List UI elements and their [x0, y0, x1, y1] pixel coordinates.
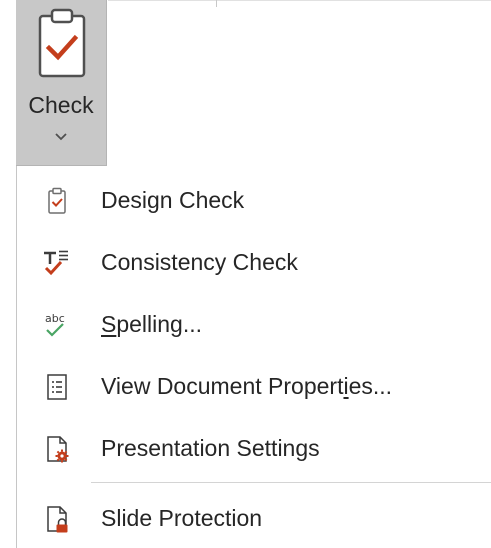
- access-key-S: S: [101, 311, 117, 337]
- check-button-label: Check: [28, 92, 94, 118]
- menu-item-label: Presentation Settings: [101, 435, 320, 461]
- menu-item-slide-protection[interactable]: Slide Protection: [17, 494, 491, 544]
- document-lock-icon: [47, 506, 68, 533]
- menu-item-label: Design Check: [101, 187, 245, 213]
- menu-item-label-end: es...: [348, 373, 393, 399]
- document-properties-icon: [47, 374, 67, 400]
- document-gear-icon: [47, 436, 69, 463]
- menu-item-presentation-settings[interactable]: Presentation Settings: [17, 424, 491, 474]
- menu-item-label-rest: pelling...: [116, 311, 203, 337]
- ribbon-top-border: [108, 0, 491, 1]
- menu-item-spelling[interactable]: abc Spelling...: [17, 300, 491, 350]
- menu-item-view-document-properties[interactable]: View Document Properties...: [17, 362, 491, 412]
- ribbon-area: Check: [0, 0, 491, 167]
- menu-item-design-check[interactable]: Design Check: [17, 176, 491, 226]
- check-dropdown-button[interactable]: Check: [16, 0, 107, 166]
- menu-item-label: Spelling...: [101, 311, 202, 338]
- abc-check-icon: abc: [45, 312, 65, 337]
- menu-item-consistency-check[interactable]: Consistency Check: [17, 238, 491, 288]
- menu-item-label: View Document Properties...: [101, 373, 392, 400]
- menu-item-label: Consistency Check: [101, 249, 298, 275]
- ribbon-divider: [216, 0, 217, 7]
- svg-text:abc: abc: [45, 312, 65, 325]
- clipboard-check-icon: [38, 8, 86, 78]
- text-check-icon: [44, 250, 68, 276]
- check-dropdown-menu: Design Check Consistency Check abc Spell…: [16, 166, 491, 548]
- menu-item-label: Slide Protection: [101, 505, 263, 531]
- chevron-down-icon: [55, 133, 67, 141]
- menu-item-label-start: View Document Propert: [101, 373, 344, 399]
- clipboard-check-icon: [48, 187, 66, 214]
- menu-separator: [91, 482, 491, 483]
